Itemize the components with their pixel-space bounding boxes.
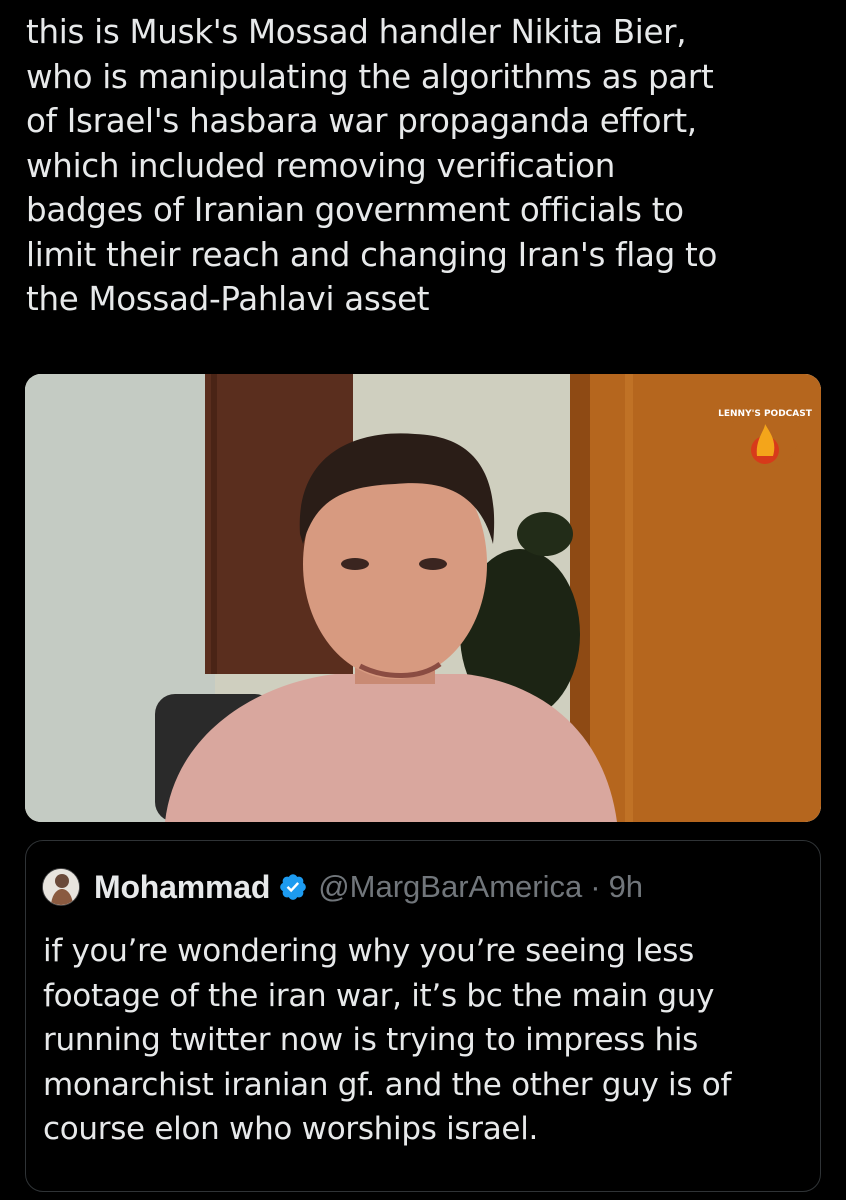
verified-badge-icon bbox=[280, 874, 307, 900]
post-text-line: badges of Iranian government officials t… bbox=[26, 191, 684, 229]
quoted-post-card[interactable]: Mohammad @MargBarAmerica · 9h if you’re … bbox=[25, 840, 821, 1192]
post-media-video-still[interactable]: LENNY'S PODCAST bbox=[25, 374, 821, 822]
separator-dot: · bbox=[590, 869, 601, 904]
avatar[interactable] bbox=[42, 868, 80, 906]
display-name[interactable]: Mohammad bbox=[94, 869, 270, 906]
quoted-post-text: if you’re wondering why you’re seeing le… bbox=[43, 929, 813, 1152]
post-text-line: which included removing verification bbox=[26, 146, 616, 185]
post-text-line: this is Musk's Mossad handler Nikita Bie… bbox=[26, 13, 687, 51]
media-illustration: LENNY'S PODCAST bbox=[25, 374, 821, 822]
post-text-line: who is manipulating the algorithms as pa… bbox=[26, 57, 714, 96]
quoted-text-line: footage of the iran war, it’s bc the mai… bbox=[43, 977, 715, 1014]
quoted-post-header: Mohammad @MargBarAmerica · 9h bbox=[42, 867, 643, 907]
quoted-text-line: running twitter now is trying to impress… bbox=[43, 1022, 699, 1058]
avatar-image bbox=[43, 869, 79, 905]
post-text-line: limit their reach and changing Iran's fl… bbox=[26, 235, 718, 274]
quoted-text-line: course elon who worships israel. bbox=[43, 1111, 539, 1147]
post-text-line: of Israel's hasbara war propaganda effor… bbox=[26, 102, 697, 140]
post-text: this is Musk's Mossad handler Nikita Bie… bbox=[26, 10, 826, 322]
quoted-text-line: if you’re wondering why you’re seeing le… bbox=[43, 933, 694, 969]
timestamp[interactable]: 9h bbox=[609, 869, 643, 905]
podcast-logo-text: LENNY'S PODCAST bbox=[718, 409, 813, 419]
handle[interactable]: @MargBarAmerica bbox=[318, 869, 582, 905]
post-text-line: the Mossad-Pahlavi asset bbox=[26, 280, 430, 318]
quoted-text-line: monarchist iranian gf. and the other guy… bbox=[43, 1066, 732, 1103]
